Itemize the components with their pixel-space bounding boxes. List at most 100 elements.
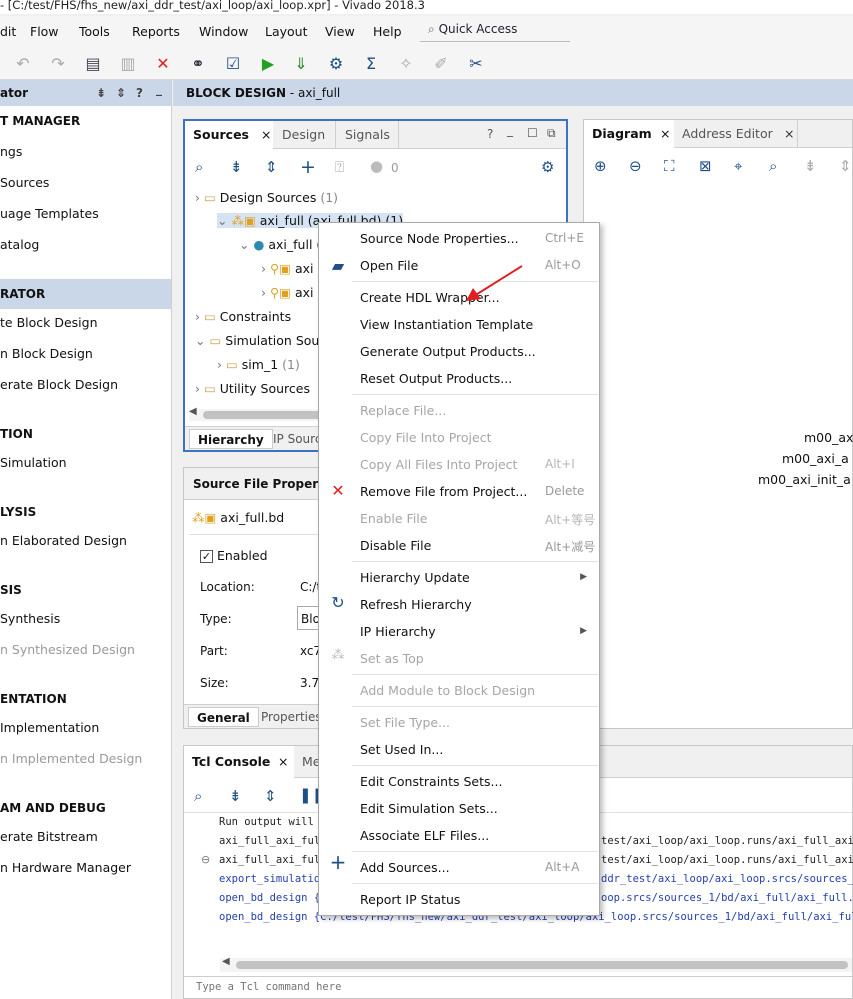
search-icon[interactable]: ⌕ [194,787,202,805]
tree-axi-child-1[interactable]: › ⚲▣ axi [261,261,313,276]
tab-sources[interactable]: Sources × [185,121,273,149]
menu-edit[interactable]: dit [0,24,16,39]
tab-design[interactable]: Design [274,121,336,149]
menu-remove-file-from-project[interactable]: Remove File from Project... [360,484,527,499]
tab-properties[interactable]: Properties [261,707,322,727]
expand-all-icon[interactable]: ⇕ [265,158,278,176]
maximize-icon[interactable]: ☐ [527,126,538,140]
close-icon[interactable]: × [278,746,288,778]
download-icon[interactable]: ⇓ [290,52,312,74]
flow-nav-item[interactable]: Synthesis [0,611,60,626]
tree-sim-1[interactable]: › ▭ sim_1 (1) [217,357,300,372]
cut-wand-icon[interactable]: ✂ [465,52,487,74]
flow-nav-item[interactable]: n Implemented Design [0,751,142,766]
tree-constraints[interactable]: › ▭ Constraints [195,309,291,324]
menu-copy-all-files-into-project[interactable]: Copy All Files Into Project [360,457,517,472]
tree-simulation-sources[interactable]: ⌄ ▭ Simulation Sourc [195,333,331,348]
search-icon[interactable]: ⌕ [769,157,777,175]
flow-nav-item[interactable]: uage Templates [0,206,99,221]
minimize-icon[interactable]: _ [507,123,513,137]
menu-copy-file-into-project[interactable]: Copy File Into Project [360,430,491,445]
scrollbar-thumb[interactable] [236,961,848,969]
flow-nav-item[interactable]: n Hardware Manager [0,860,131,875]
menu-open-file[interactable]: Open File [360,258,418,273]
menu-window[interactable]: Window [199,24,248,39]
flow-nav-item[interactable]: n Synthesized Design [0,642,135,657]
menu-disable-file[interactable]: Disable File [360,538,431,553]
add-icon[interactable]: + [300,156,316,178]
tcl-horizontal-scrollbar[interactable]: ◀ [220,956,852,972]
expand-all-icon[interactable]: ⇕ [264,787,277,805]
flow-nav-item[interactable]: Sources [0,175,49,190]
wand-disabled-icon[interactable]: ✧ [395,52,417,74]
menu-add-module-to-block-design[interactable]: Add Module to Block Design [360,683,535,698]
tab-address-editor[interactable]: Address Editor × [674,120,798,148]
menu-hierarchy-update[interactable]: Hierarchy Update [360,570,470,585]
fold-icon[interactable]: ⊖ [201,853,210,866]
menu-tools[interactable]: Tools [79,24,110,39]
undo-icon[interactable]: ↶ [12,52,34,74]
delete-icon[interactable]: ✕ [152,52,174,74]
menu-source-node-properties[interactable]: Source Node Properties... [360,231,519,246]
menu-view[interactable]: View [325,24,355,39]
collapse-all-icon[interactable]: ⇟ [96,80,106,106]
menu-layout[interactable]: Layout [265,24,308,39]
menu-enable-file[interactable]: Enable File [360,511,427,526]
tree-utility-sources[interactable]: › ▭ Utility Sources [195,381,310,396]
scrollbar-thumb[interactable] [203,411,323,419]
float-icon[interactable]: ⧉ [547,126,556,141]
run-icon[interactable]: ▶ [257,52,279,74]
tree-axi-child-2[interactable]: › ⚲▣ axi [261,285,313,300]
close-icon[interactable]: × [261,121,271,149]
menu-reset-output-products[interactable]: Reset Output Products... [360,371,512,386]
quick-access-field[interactable]: ⌕ Quick Access [420,16,570,42]
port-m00-axi[interactable]: m00_ax [804,430,853,445]
tab-hierarchy[interactable]: Hierarchy [189,429,273,449]
copy-icon[interactable]: ▤ [82,52,104,74]
collapse-all-icon[interactable]: ⇟ [804,157,817,175]
help-icon[interactable]: ? [487,127,493,141]
flow-nav-item[interactable]: erate Bitstream [0,829,98,844]
target-icon[interactable]: ⌖ [734,157,742,175]
menu-set-used-in[interactable]: Set Used In... [360,742,443,757]
tab-diagram[interactable]: Diagram × [584,120,674,148]
menu-view-instantiation-template[interactable]: View Instantiation Template [360,317,533,332]
flow-nav-item[interactable]: atalog [0,237,39,252]
tab-general[interactable]: General [188,707,259,727]
expand-all-icon[interactable]: ⇕ [839,157,852,175]
tab-tcl-console[interactable]: Tcl Console × [184,746,294,778]
zoom-area-icon[interactable]: ⊠ [699,157,712,175]
horizontal-scrollbar[interactable]: ◀ [189,406,329,421]
minimize-icon[interactable]: _ [156,80,162,102]
menu-associate-elf-files[interactable]: Associate ELF Files... [360,828,489,843]
menu-generate-output-products[interactable]: Generate Output Products... [360,344,536,359]
menu-add-sources[interactable]: Add Sources... [360,860,450,875]
menu-flow[interactable]: Flow [30,24,59,39]
settings-icon[interactable]: ⚙ [325,52,347,74]
scroll-left-icon[interactable]: ◀ [189,406,197,417]
expand-all-icon[interactable]: ⇕ [116,80,126,106]
port-m00-axi-aclk[interactable]: m00_axi_a [782,451,849,466]
zoom-in-icon[interactable]: ⊕ [594,157,607,175]
port-m00-axi-init[interactable]: m00_axi_init_a [758,472,851,487]
flow-nav-item[interactable]: te Block Design [0,315,98,330]
flow-nav-item[interactable]: ngs [0,144,22,159]
menu-set-file-type[interactable]: Set File Type... [360,715,450,730]
pin-disabled-icon[interactable]: ✐ [430,52,452,74]
menu-reports[interactable]: Reports [132,24,180,39]
fit-view-icon[interactable]: ⛶ [664,157,675,175]
menu-set-as-top[interactable]: Set as Top [360,651,424,666]
menu-edit-simulation-sets[interactable]: Edit Simulation Sets... [360,801,498,816]
close-icon[interactable]: × [784,120,794,148]
tcl-command-input[interactable] [184,977,844,997]
zoom-out-icon[interactable]: ⊖ [629,157,642,175]
flow-nav-item[interactable]: erate Block Design [0,377,118,392]
sigma-icon[interactable]: Σ [360,52,382,74]
help-icon[interactable]: ? [136,80,143,106]
check-icon[interactable]: ☑ [222,52,244,74]
menu-edit-constraints-sets[interactable]: Edit Constraints Sets... [360,774,502,789]
unknown-file-icon[interactable]: ⍰ [335,158,344,176]
flow-nav-item[interactable]: n Elaborated Design [0,533,127,548]
flow-nav-item[interactable]: Implementation [0,720,99,735]
flow-nav-item[interactable]: n Block Design [0,346,93,361]
